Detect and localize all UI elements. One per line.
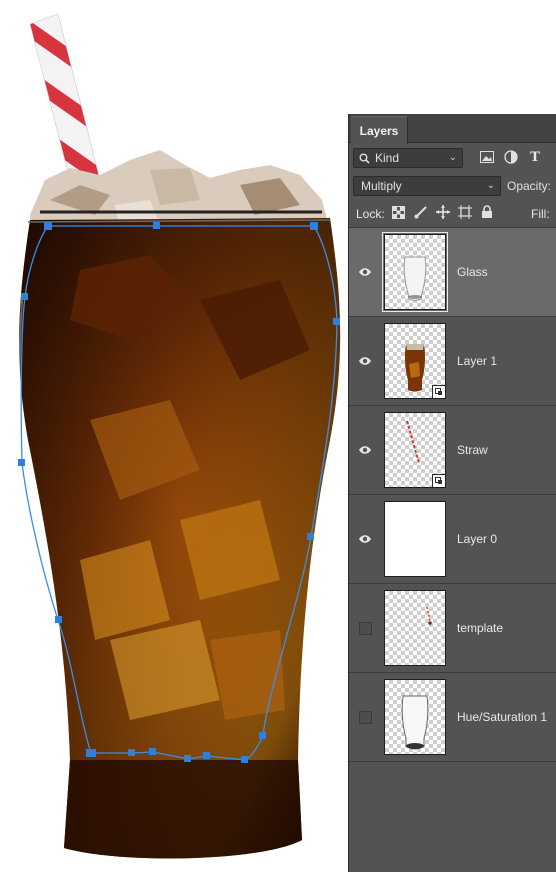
layer-thumbnail <box>384 590 446 666</box>
type-filter-icon[interactable]: T <box>527 149 543 165</box>
lock-all-icon[interactable] <box>481 205 493 222</box>
blend-row: Multiply ⌄ Opacity: <box>349 173 556 201</box>
filter-kind-label: Kind <box>375 151 400 165</box>
blend-mode-select[interactable]: Multiply ⌄ <box>353 176 501 196</box>
layer-name: Hue/Saturation 1 <box>457 710 548 724</box>
layer-row-template[interactable]: template <box>349 584 556 673</box>
eye-icon[interactable] <box>357 353 373 369</box>
layer-row-layer-1[interactable]: Layer 1 <box>349 317 556 406</box>
search-icon <box>359 152 371 164</box>
opacity-label: Opacity: <box>507 179 552 193</box>
glass-body <box>18 210 341 859</box>
panel-tab-bar: Layers <box>349 114 556 144</box>
layer-thumbnail <box>384 679 446 755</box>
layers-panel: Layers Kind ⌄ T Multiply ⌄ Opacity: Lock… <box>348 114 556 872</box>
eye-icon[interactable] <box>357 264 373 280</box>
layer-thumbnail <box>384 323 446 399</box>
smart-object-icon <box>432 385 445 398</box>
visibility-toggle-off[interactable] <box>359 711 372 724</box>
chevron-down-icon: ⌄ <box>448 152 457 163</box>
blend-mode-value: Multiply <box>361 179 402 193</box>
straw <box>29 13 101 189</box>
layer-name: Glass <box>457 265 488 279</box>
layer-row-hue-saturation-1[interactable]: Hue/Saturation 1 <box>349 673 556 762</box>
visibility-toggle-off[interactable] <box>359 622 372 635</box>
layer-name: Layer 1 <box>457 354 498 368</box>
smart-object-icon <box>432 474 445 487</box>
layer-name: template <box>457 621 504 635</box>
lock-image-pixels-icon[interactable] <box>414 205 428 222</box>
adjustment-filter-icon[interactable] <box>503 149 519 165</box>
chevron-down-icon: ⌄ <box>486 180 495 191</box>
filter-kind-select[interactable]: Kind ⌄ <box>353 148 463 168</box>
layer-thumbnail <box>384 412 446 488</box>
layer-name: Straw <box>457 443 488 457</box>
filter-icons: T <box>479 149 543 165</box>
lock-row: Lock: Fill: <box>349 201 556 228</box>
layer-row-glass[interactable]: Glass <box>349 228 556 317</box>
eye-icon[interactable] <box>357 442 373 458</box>
lock-position-icon[interactable] <box>436 205 450 222</box>
layer-thumbnail <box>382 232 448 312</box>
tab-layers[interactable]: Layers <box>351 116 408 144</box>
filter-row: Kind ⌄ T <box>349 143 556 173</box>
lock-artboard-icon[interactable] <box>458 205 472 222</box>
lock-label: Lock: <box>356 207 385 221</box>
layer-row-straw[interactable]: Straw <box>349 406 556 495</box>
eye-icon[interactable] <box>357 531 373 547</box>
layer-row-layer-0[interactable]: Layer 0 <box>349 495 556 584</box>
image-filter-icon[interactable] <box>479 149 495 165</box>
layer-thumbnail <box>384 501 446 577</box>
lock-transparent-pixels-icon[interactable] <box>392 206 405 222</box>
layer-name: Layer 0 <box>457 532 498 546</box>
fill-label: Fill: <box>531 207 550 221</box>
